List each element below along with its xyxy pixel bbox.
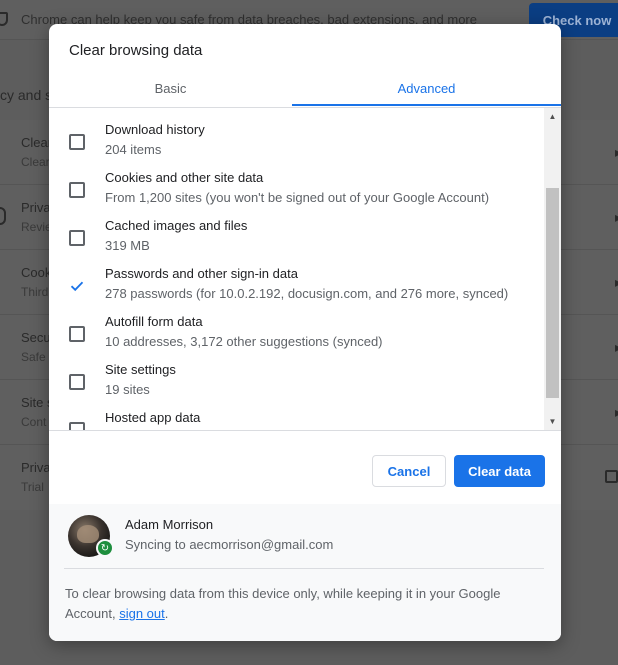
- clear-browsing-data-dialog: Clear browsing data Basic Advanced Downl…: [49, 24, 561, 641]
- account-footer: ↻ Adam Morrison Syncing to aecmorrison@g…: [49, 504, 561, 641]
- footer-note-suffix: .: [164, 606, 169, 621]
- account-sync-status: Syncing to aecmorrison@gmail.com: [125, 537, 334, 552]
- footer-note: To clear browsing data from this device …: [65, 584, 515, 624]
- settings-row-title: Clear: [21, 135, 53, 150]
- item-label: Cached images and files: [105, 218, 248, 233]
- list-item-site-settings: Site settings 19 sites: [49, 362, 543, 410]
- privacy-icon: [0, 207, 6, 225]
- active-tab-indicator: [292, 104, 561, 106]
- settings-row-title: Priva: [21, 200, 51, 215]
- account-name: Adam Morrison: [125, 517, 214, 532]
- item-sub: 204 items: [105, 142, 162, 157]
- list-item-autofill: Autofill form data 10 addresses, 3,172 o…: [49, 314, 543, 362]
- tab-advanced[interactable]: Advanced: [292, 70, 561, 106]
- scroll-thumb[interactable]: [546, 188, 559, 398]
- passwords-checkbox[interactable]: [69, 278, 85, 294]
- avatar-image: [77, 525, 99, 543]
- divider: [49, 430, 561, 431]
- item-sub: 19 sites: [105, 382, 150, 397]
- hosted-app-data-checkbox[interactable]: [69, 422, 85, 430]
- item-label: Download history: [105, 122, 205, 137]
- scroll-down-arrow-icon[interactable]: ▼: [544, 413, 561, 430]
- tab-bar: Basic Advanced: [49, 70, 561, 106]
- open-external-icon: [605, 470, 618, 483]
- settings-row-sub: Third: [21, 285, 49, 299]
- data-type-list: Download history 204 items Cookies and o…: [49, 108, 561, 430]
- cancel-button[interactable]: Cancel: [372, 455, 446, 487]
- tab-basic[interactable]: Basic: [49, 70, 292, 106]
- sign-out-link[interactable]: sign out: [119, 606, 165, 621]
- settings-row-sub: Cont: [21, 415, 47, 429]
- divider: [64, 568, 544, 569]
- checkmark-icon: [70, 281, 84, 292]
- clear-data-button[interactable]: Clear data: [454, 455, 545, 487]
- sync-icon: ↻: [96, 539, 114, 557]
- settings-row-title: Secu: [21, 330, 51, 345]
- scrollbar[interactable]: ▲ ▼: [544, 108, 561, 430]
- item-label: Cookies and other site data: [105, 170, 264, 185]
- item-label: Site settings: [105, 362, 176, 377]
- cookies-checkbox[interactable]: [69, 182, 85, 198]
- item-sub: 10 addresses, 3,172 other suggestions (s…: [105, 334, 383, 349]
- settings-row-title: Priva: [21, 460, 51, 475]
- item-label: Hosted app data: [105, 410, 201, 425]
- autofill-checkbox[interactable]: [69, 326, 85, 342]
- dialog-title: Clear browsing data: [69, 42, 203, 59]
- settings-row-title: Cook: [21, 265, 52, 280]
- scroll-up-arrow-icon[interactable]: ▲: [544, 108, 561, 125]
- list-item-cached-images: Cached images and files 319 MB: [49, 218, 543, 266]
- list-item-hosted-app-data: Hosted app data: [49, 410, 543, 430]
- list-item-download-history: Download history 204 items: [49, 122, 543, 170]
- site-settings-checkbox[interactable]: [69, 374, 85, 390]
- cached-images-checkbox[interactable]: [69, 230, 85, 246]
- section-title: cy and s: [0, 87, 53, 103]
- item-sub: 278 passwords (for 10.0.2.192, docusign.…: [105, 286, 509, 301]
- item-sub: From 1,200 sites (you won't be signed ou…: [105, 190, 490, 205]
- item-label: Passwords and other sign-in data: [105, 266, 298, 281]
- settings-row-sub: Clear: [21, 155, 50, 169]
- list-item-cookies: Cookies and other site data From 1,200 s…: [49, 170, 543, 218]
- settings-row-sub: Safe: [21, 350, 46, 364]
- item-label: Autofill form data: [105, 314, 203, 329]
- list-item-passwords: Passwords and other sign-in data 278 pas…: [49, 266, 543, 314]
- download-history-checkbox[interactable]: [69, 134, 85, 150]
- settings-row-sub: Trial: [21, 480, 44, 494]
- shield-icon: [0, 12, 8, 26]
- item-sub: 319 MB: [105, 238, 150, 253]
- settings-row-sub: Revie: [21, 220, 52, 234]
